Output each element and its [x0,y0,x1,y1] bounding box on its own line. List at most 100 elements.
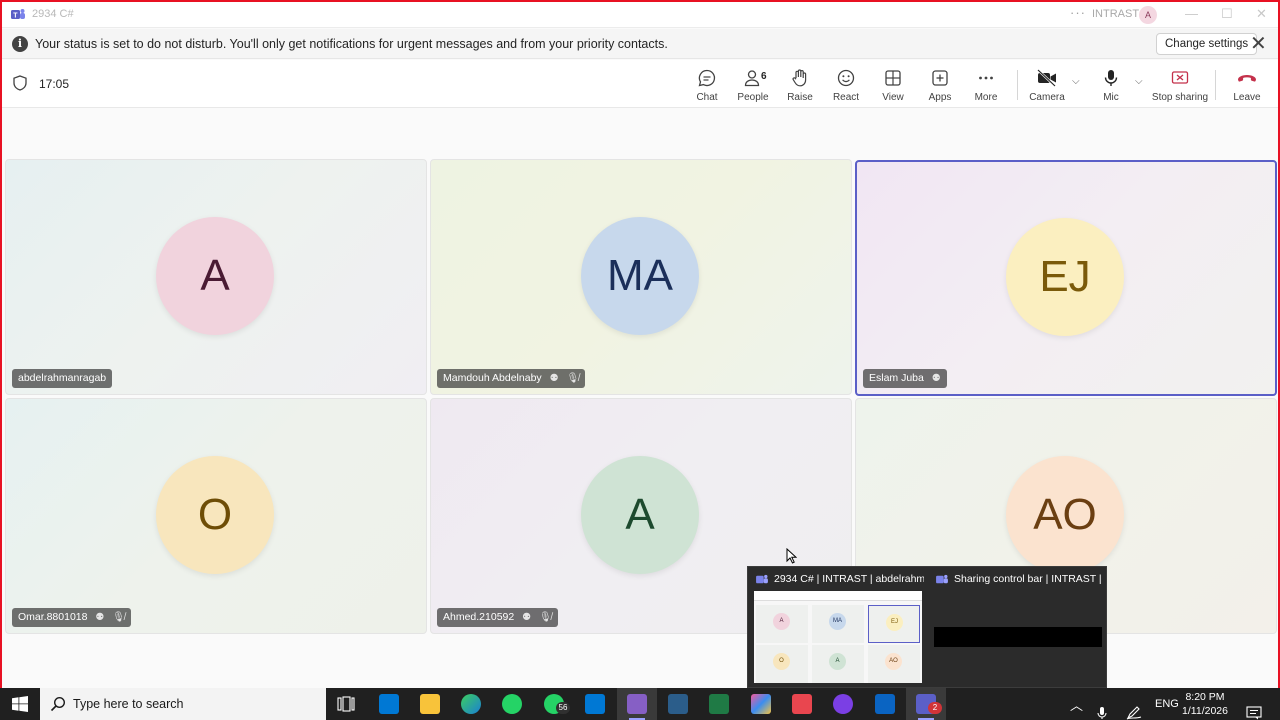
mic-button[interactable]: Mic [1085,64,1137,104]
stop-sharing-icon [1171,71,1189,84]
participant-tile-active-speaker[interactable]: EJ Eslam Juba ⚉ [855,160,1277,396]
participant-name-tag: Omar.8801018 ⚉ 🎙︎̸ [12,608,131,627]
thumbnail-meeting-window[interactable]: 2934 C# | INTRAST | abdelrahm... A MA EJ… [748,567,928,689]
search-icon [50,696,66,712]
participant-avatar: A [156,217,274,335]
maximize-icon[interactable]: ☐ [1221,6,1233,22]
mini-avatar: EJ [886,614,903,631]
more-options-icon[interactable]: ··· [1070,5,1086,20]
participant-tile[interactable]: MA Mamdouh Abdelnaby ⚉ 🎙︎̸ [430,159,852,395]
camera-button[interactable]: Camera [1021,64,1073,104]
edge-icon [461,694,481,714]
stop-sharing-label: Stop sharing [1151,92,1209,103]
account-avatar[interactable]: A [1139,6,1157,24]
taskbar-search-box[interactable]: Type here to search [40,688,326,720]
taskbar-mail[interactable] [865,688,905,720]
taskbar-whatsapp[interactable] [492,688,532,720]
participant-avatar: O [156,456,274,574]
windows-taskbar: Type here to search 56 2 ︿ ENG 8:20 PM 1… [0,688,1280,720]
react-button[interactable]: React [820,64,872,104]
folder-icon [420,694,440,714]
taskbar-clock[interactable]: 8:20 PM 1/11/2026 [1180,690,1230,718]
taskbar-pen-app[interactable] [782,688,822,720]
taskbar-thumbnail-popup: 2934 C# | INTRAST | abdelrahm... A MA EJ… [747,566,1107,688]
chat-button[interactable]: Chat [681,64,733,104]
people-label: People [737,92,769,103]
chat-icon [698,69,716,87]
title-bar: T 2934 C# ··· INTRAST A — ☐ ✕ [2,2,1278,28]
pen-menu-icon[interactable] [1126,697,1142,720]
stop-sharing-button[interactable]: Stop sharing [1150,64,1210,104]
svg-text:T: T [13,12,18,19]
sharing-bar-preview [934,627,1102,647]
participant-avatar: EJ [1006,218,1124,336]
dnd-banner: i Your status is set to do not disturb. … [2,29,1278,59]
taskbar-copilot[interactable] [741,688,781,720]
camera-label: Camera [1029,92,1065,103]
start-button[interactable] [0,688,40,720]
participant-tile[interactable]: A abdelrahmanragab [5,159,427,395]
raise-hand-button[interactable]: Raise [774,64,826,104]
mini-avatar: O [773,653,790,670]
apps-label: Apps [928,92,952,103]
task-view-button[interactable] [326,688,366,720]
mini-avatar: A [773,613,790,630]
notifications-icon[interactable] [1246,697,1262,720]
taskbar-microsoft-store[interactable] [369,688,409,720]
participant-name-tag: abdelrahmanragab [12,369,113,388]
apps-button[interactable]: Apps [914,64,966,104]
participant-name: Ahmed.210592 [443,611,515,623]
more-button[interactable]: More [960,64,1012,104]
chat-label: Chat [696,92,718,103]
mic-options-chevron-icon[interactable]: ⌵ [1135,76,1143,87]
teams-icon: T [11,9,25,19]
participant-name: abdelrahmanragab [18,372,107,384]
mic-muted-icon: 🎙︎̸ [566,373,580,384]
change-settings-button[interactable]: Change settings [1156,33,1258,55]
taskbar-visual-studio[interactable] [617,688,657,720]
leave-button[interactable]: Leave [1221,64,1273,104]
show-hidden-icons-chevron-icon[interactable]: ︿ [1070,695,1083,720]
view-button[interactable]: View [867,64,919,104]
taskbar-media-app[interactable] [823,688,863,720]
more-label: More [974,92,998,103]
minimize-icon[interactable]: — [1185,6,1198,21]
thumbnail-title: 2934 C# | INTRAST | abdelrahm... [774,573,924,585]
more-dots-icon [979,76,993,80]
camera-options-chevron-icon[interactable]: ⌵ [1072,76,1080,87]
people-button[interactable]: 6 People [727,64,779,104]
meeting-timer: 17:05 [39,77,70,91]
taskbar-sql-tool[interactable] [658,688,698,720]
taskbar-edge[interactable] [451,688,491,720]
store-icon [379,694,399,714]
taskbar-file-explorer[interactable] [410,688,450,720]
leave-label: Leave [1233,92,1261,103]
close-window-icon[interactable]: ✕ [1256,6,1267,22]
thumbnail-sharing-control-bar[interactable]: Sharing control bar | INTRAST | ... [928,567,1108,689]
participant-avatar: MA [581,217,699,335]
meeting-preview: A MA EJ O A AO [754,591,922,683]
teams-icon [936,574,948,584]
mini-avatar: A [829,653,846,670]
windows-logo-icon [12,696,28,712]
taskbar-vscode[interactable] [575,688,615,720]
add-apps-icon [932,70,948,86]
info-icon: i [12,36,28,52]
taskbar-whatsapp-2[interactable]: 56 [534,688,574,720]
copilot-icon [751,694,771,714]
taskbar-excel[interactable] [699,688,739,720]
participant-name-tag: Mamdouh Abdelnaby ⚉ 🎙︎̸ [437,369,586,388]
mini-avatar: AO [885,653,902,670]
org-name: INTRAST [1092,8,1140,20]
guest-icon: ⚉ [931,373,941,384]
input-language[interactable]: ENG [1155,698,1179,720]
participant-avatar: A [581,456,699,574]
meeting-toolbar: 17:05 Chat 6 People Raise React View App… [2,60,1278,108]
taskbar-teams[interactable]: 2 [906,688,946,720]
pen-icon [792,694,812,714]
tray-microphone-icon[interactable] [1096,697,1108,720]
participant-tile[interactable]: O Omar.8801018 ⚉ 🎙︎̸ [5,398,427,634]
participant-name-tag: Ahmed.210592 ⚉ 🎙︎̸ [437,608,558,627]
mic-muted-icon: 🎙︎̸ [539,612,552,623]
close-banner-icon[interactable]: ✕ [1250,31,1267,56]
